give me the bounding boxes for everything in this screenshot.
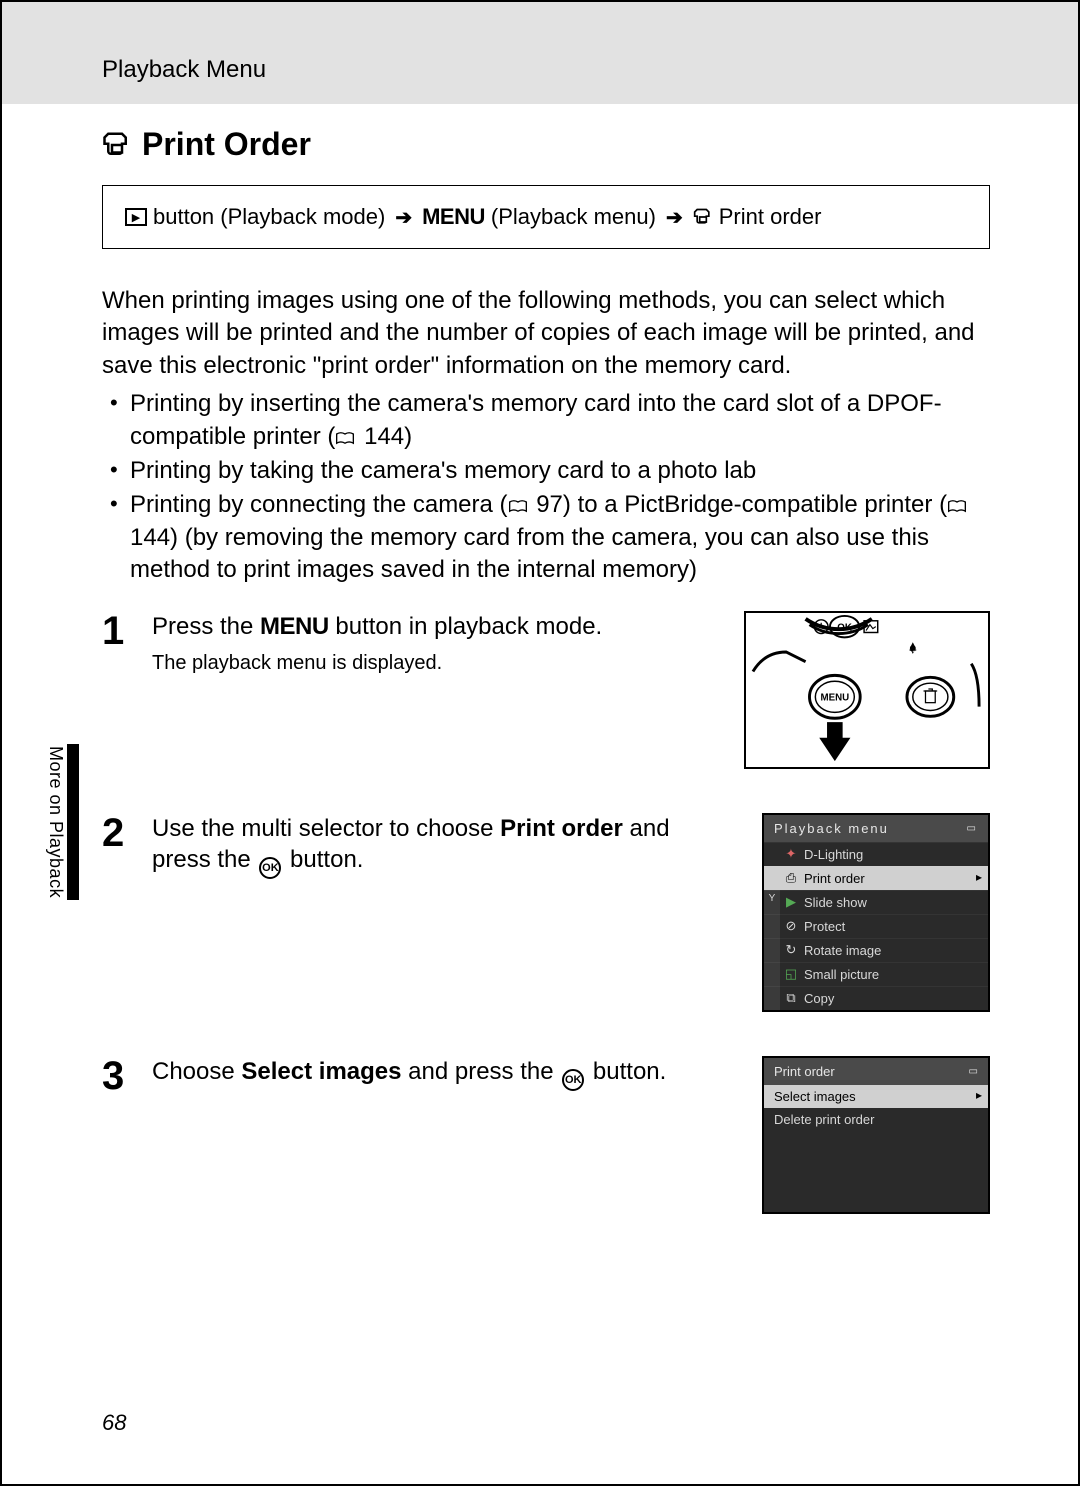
- side-tab-label: More on Playback: [44, 744, 79, 900]
- lcd-playback-menu: Playback menu ▭ ▶ Y ✦D-Lighting⎙Print or…: [762, 813, 990, 1012]
- breadcrumb: Playback Menu: [102, 56, 266, 83]
- intro-paragraph: When printing images using one of the fo…: [102, 285, 990, 382]
- lcd-menu-item: Select images: [764, 1085, 988, 1108]
- camera-illustration: OK MENU: [744, 611, 990, 769]
- menu-item-icon: ▶: [784, 895, 798, 909]
- bullet-list: Printing by inserting the camera's memor…: [102, 388, 990, 586]
- lcd-print-order-menu: Print order ▭ Select imagesDelete print …: [762, 1056, 990, 1214]
- print-order-icon: [102, 130, 132, 160]
- page-title: Print Order: [102, 126, 990, 163]
- step-number: 3: [102, 1056, 138, 1214]
- book-icon: [508, 499, 528, 515]
- book-icon: [335, 431, 355, 447]
- nav-playback-mode: button (Playback mode): [153, 204, 385, 230]
- lcd-menu-item: ▶Slide show: [764, 890, 988, 914]
- battery-icon: ▭: [967, 823, 978, 834]
- step-number: 1: [102, 611, 138, 769]
- step-number: 2: [102, 813, 138, 1012]
- svg-text:OK: OK: [837, 622, 852, 633]
- step-heading: Choose Select images and press the OK bu…: [152, 1056, 730, 1091]
- print-order-icon: [693, 207, 713, 227]
- menu-item-icon: ✦: [784, 847, 798, 861]
- lcd-menu-item: ⊘Protect: [764, 914, 988, 938]
- lcd-menu-item: ◱Small picture: [764, 962, 988, 986]
- lcd-menu-item: ✦D-Lighting: [764, 842, 988, 866]
- lcd-title: Print order: [774, 1064, 835, 1079]
- bullet-item: Printing by inserting the camera's memor…: [102, 388, 990, 453]
- lcd-title: Playback menu: [774, 821, 889, 836]
- nav-print-order: Print order: [719, 204, 822, 230]
- lcd-menu-item: Delete print order: [764, 1108, 988, 1131]
- arrow-icon: ➔: [666, 205, 683, 230]
- step-heading: Press the MENU button in playback mode.: [152, 611, 712, 642]
- nav-playback-menu: (Playback menu): [491, 204, 656, 230]
- ok-icon: OK: [259, 857, 281, 879]
- header-bar: Playback Menu: [2, 2, 1078, 104]
- step-1: 1 Press the MENU button in playback mode…: [102, 611, 990, 769]
- menu-item-icon: ◱: [784, 967, 798, 981]
- step-subtext: The playback menu is displayed.: [152, 652, 712, 675]
- page-number: 68: [102, 1410, 126, 1436]
- menu-item-icon: ⎙: [784, 871, 798, 885]
- menu-item-icon: ⊘: [784, 919, 798, 933]
- menu-item-icon: ↻: [784, 943, 798, 957]
- step-2: 2 Use the multi selector to choose Print…: [102, 813, 990, 1012]
- step-3: 3 Choose Select images and press the OK …: [102, 1056, 990, 1214]
- navigation-path-box: ▶ button (Playback mode) ➔ MENU (Playbac…: [102, 185, 990, 249]
- battery-icon: ▭: [969, 1066, 978, 1077]
- bullet-item: Printing by connecting the camera ( 97) …: [102, 489, 990, 586]
- svg-text:MENU: MENU: [820, 692, 849, 703]
- book-icon: [947, 499, 967, 515]
- bullet-item: Printing by taking the camera's memory c…: [102, 455, 990, 487]
- playback-icon: ▶: [125, 208, 147, 226]
- ok-icon: OK: [562, 1069, 584, 1091]
- lcd-menu-item: ⎙Print order: [764, 866, 988, 890]
- lcd-menu-item: ⧉Copy: [764, 986, 988, 1010]
- lcd-menu-item: ↻Rotate image: [764, 938, 988, 962]
- arrow-icon: ➔: [395, 205, 412, 230]
- menu-word: MENU: [422, 204, 485, 230]
- step-heading: Use the multi selector to choose Print o…: [152, 813, 730, 879]
- menu-item-icon: ⧉: [784, 991, 798, 1005]
